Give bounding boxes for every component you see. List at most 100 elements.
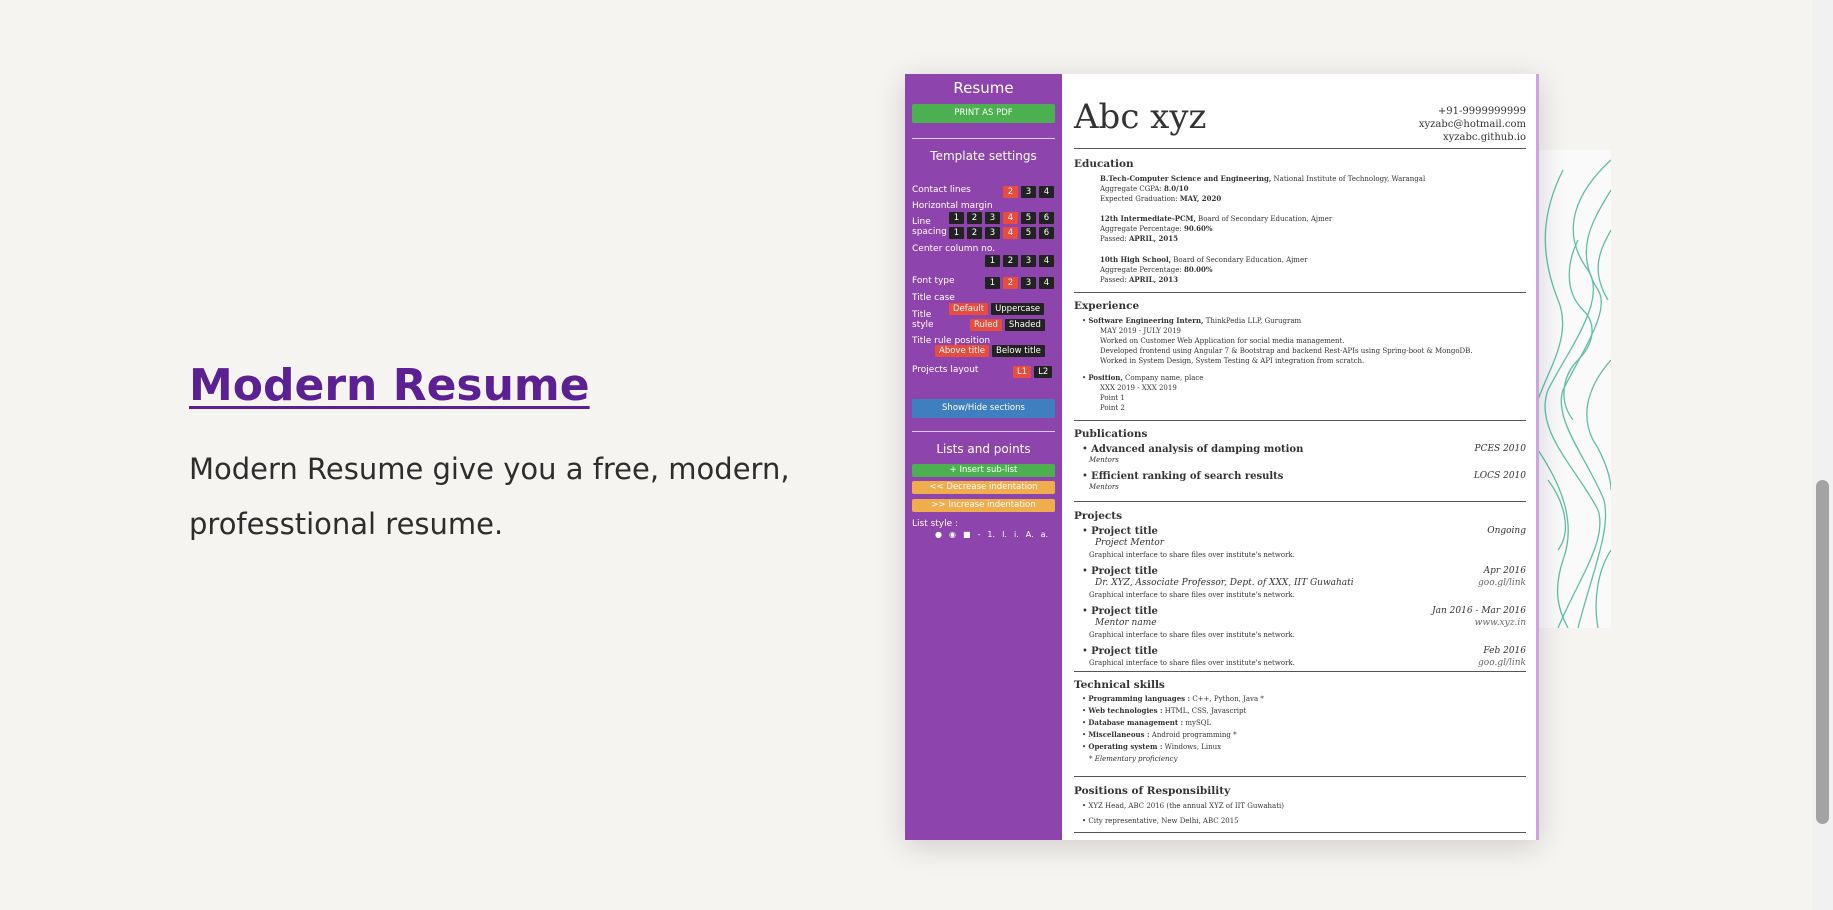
- publication-title[interactable]: Efficient ranking of search results: [1082, 471, 1283, 482]
- publication-title[interactable]: Advanced analysis of damping motion: [1082, 444, 1303, 455]
- list-style-option-lower-alpha[interactable]: a.: [1041, 530, 1048, 539]
- position-item[interactable]: City representative, New Delhi, ABC 2015: [1082, 816, 1238, 826]
- skill-item[interactable]: Operating system : Windows, Linux: [1082, 742, 1221, 752]
- resume-document[interactable]: Abc xyz +91-9999999999 xyzabc@hotmail.co…: [1062, 74, 1536, 840]
- spacing-option-4[interactable]: 4: [1003, 227, 1018, 239]
- list-style-option-upper-roman[interactable]: I.: [1002, 530, 1007, 539]
- spacing-option-6[interactable]: 6: [1039, 227, 1054, 239]
- rule-above-title[interactable]: Above title: [935, 345, 989, 357]
- project-item-title[interactable]: Project title: [1082, 646, 1158, 657]
- margin-option-5[interactable]: 5: [1021, 212, 1036, 224]
- project-title-link[interactable]: Modern Resume: [189, 360, 590, 411]
- center-column-option-3[interactable]: 3: [1021, 255, 1036, 267]
- skill-item[interactable]: Web technologies : HTML, CSS, Javascript: [1082, 706, 1246, 716]
- list-style-option-decimal[interactable]: 1.: [987, 530, 995, 539]
- experience-entry[interactable]: Software Engineering Intern, ThinkPedia …: [1082, 316, 1301, 326]
- spacing-option-5[interactable]: 5: [1021, 227, 1036, 239]
- technical-skills-title[interactable]: Technical skills: [1074, 679, 1165, 691]
- resume-preview-card[interactable]: Resume PRINT AS PDF Template settings Co…: [905, 74, 1539, 840]
- topographic-background-image: [1538, 150, 1611, 628]
- project-item-title[interactable]: Project title: [1082, 606, 1158, 617]
- education-entry[interactable]: 10th High School, Board of Secondary Edu…: [1100, 255, 1307, 285]
- font-type-option-3[interactable]: 3: [1021, 277, 1036, 289]
- title-case-uppercase[interactable]: Uppercase: [991, 303, 1045, 315]
- contact-lines-option-2[interactable]: 2: [1003, 186, 1018, 198]
- list-style-option-lower-roman[interactable]: i.: [1014, 530, 1019, 539]
- list-style-option-dash[interactable]: -: [978, 530, 981, 539]
- project-item-title[interactable]: Project title: [1082, 526, 1158, 537]
- title-style-ruled[interactable]: Ruled: [970, 319, 1002, 331]
- publication-mentors[interactable]: Mentors: [1089, 483, 1119, 491]
- font-type-option-4[interactable]: 4: [1039, 277, 1054, 289]
- center-column-option-4[interactable]: 4: [1039, 255, 1054, 267]
- center-column-option-2[interactable]: 2: [1003, 255, 1018, 267]
- project-item-desc[interactable]: Graphical interface to share files over …: [1089, 630, 1295, 640]
- skill-item[interactable]: Programming languages : C++, Python, Jav…: [1082, 694, 1264, 704]
- projects-layout-l1[interactable]: L1: [1013, 366, 1032, 378]
- publication-venue[interactable]: LOCS 2010: [1474, 471, 1526, 481]
- page-scrollbar[interactable]: [1812, 0, 1833, 910]
- project-item-desc[interactable]: Graphical interface to share files over …: [1089, 550, 1295, 560]
- project-item-desc[interactable]: Graphical interface to share files over …: [1089, 590, 1295, 600]
- contact-lines-option-3[interactable]: 3: [1021, 186, 1036, 198]
- rule-below-title[interactable]: Below title: [992, 345, 1045, 357]
- title-style-shaded[interactable]: Shaded: [1004, 319, 1045, 331]
- experience-entry[interactable]: Position, Company name, place: [1082, 373, 1203, 383]
- contact-website[interactable]: xyzabc.github.io: [1419, 131, 1526, 144]
- list-style-option-disc[interactable]: ●: [935, 530, 942, 539]
- spacing-option-2[interactable]: 2: [967, 227, 982, 239]
- project-item-desc[interactable]: Graphical interface to share files over …: [1089, 658, 1295, 668]
- font-type-option-1[interactable]: 1: [985, 277, 1000, 289]
- spacing-option-3[interactable]: 3: [985, 227, 1000, 239]
- margin-option-6[interactable]: 6: [1039, 212, 1054, 224]
- decrease-indentation-button[interactable]: << Decrease indentation: [912, 481, 1055, 494]
- education-entry[interactable]: 12th Intermediate-PCM, Board of Secondar…: [1100, 214, 1332, 244]
- title-case-default[interactable]: Default: [949, 303, 989, 315]
- show-hide-sections-button[interactable]: Show/Hide sections: [912, 399, 1055, 418]
- print-as-pdf-button[interactable]: PRINT AS PDF: [912, 104, 1055, 123]
- center-column-option-1[interactable]: 1: [985, 255, 1000, 267]
- project-item-link[interactable]: www.xyz.in: [1475, 618, 1526, 628]
- margin-option-4[interactable]: 4: [1003, 212, 1018, 224]
- list-style-option-circle[interactable]: ◉: [949, 530, 956, 539]
- position-item[interactable]: XYZ Head, ABC 2016 (the annual XYZ of II…: [1082, 801, 1284, 811]
- contact-email[interactable]: xyzabc@hotmail.com: [1419, 118, 1526, 131]
- publication-mentors[interactable]: Mentors: [1089, 456, 1119, 464]
- insert-sublist-button[interactable]: + Insert sub-list: [912, 464, 1055, 477]
- project-item-date[interactable]: Feb 2016: [1483, 646, 1526, 656]
- experience-details[interactable]: MAY 2019 - JULY 2019 Worked on Customer …: [1100, 326, 1473, 366]
- projects-title[interactable]: Projects: [1074, 510, 1122, 522]
- resume-name[interactable]: Abc xyz: [1074, 97, 1206, 137]
- skill-item[interactable]: Miscellaneous : Android programming *: [1082, 730, 1236, 740]
- project-item-date[interactable]: Apr 2016: [1484, 566, 1526, 576]
- publications-title[interactable]: Publications: [1074, 428, 1147, 440]
- project-item-mentor[interactable]: Mentor name: [1095, 618, 1157, 628]
- project-item-link[interactable]: goo.gl/link: [1478, 658, 1526, 668]
- skills-note[interactable]: * Elementary proficiency: [1089, 755, 1177, 763]
- project-item-link[interactable]: goo.gl/link: [1478, 578, 1526, 588]
- project-item-date[interactable]: Jan 2016 - Mar 2016: [1432, 606, 1526, 616]
- experience-title[interactable]: Experience: [1074, 300, 1139, 312]
- list-style-option-upper-alpha[interactable]: A.: [1026, 530, 1034, 539]
- project-item-date[interactable]: Ongoing: [1487, 526, 1526, 536]
- page-scrollbar-thumb[interactable]: [1816, 480, 1829, 824]
- project-item-title[interactable]: Project title: [1082, 566, 1158, 577]
- project-item-mentor[interactable]: Dr. XYZ, Associate Professor, Dept. of X…: [1095, 578, 1354, 588]
- increase-indentation-button[interactable]: >> Increase indentation: [912, 499, 1055, 512]
- margin-option-2[interactable]: 2: [967, 212, 982, 224]
- margin-option-3[interactable]: 3: [985, 212, 1000, 224]
- publication-venue[interactable]: PCES 2010: [1475, 444, 1526, 454]
- experience-details[interactable]: XXX 2019 - XXX 2019 Point 1 Point 2: [1100, 383, 1177, 413]
- contact-lines-option-4[interactable]: 4: [1039, 186, 1054, 198]
- education-entry[interactable]: B.Tech-Computer Science and Engineering,…: [1100, 174, 1425, 204]
- list-style-option-square[interactable]: ■: [963, 530, 971, 539]
- contact-phone[interactable]: +91-9999999999: [1419, 105, 1526, 118]
- spacing-option-1[interactable]: 1: [949, 227, 964, 239]
- font-type-option-2[interactable]: 2: [1003, 277, 1018, 289]
- projects-layout-l2[interactable]: L2: [1034, 366, 1053, 378]
- education-title[interactable]: Education: [1074, 158, 1134, 170]
- skill-item[interactable]: Database management : mySQL: [1082, 718, 1211, 728]
- project-item-mentor[interactable]: Project Mentor: [1095, 538, 1164, 548]
- positions-title[interactable]: Positions of Responsibility: [1074, 785, 1230, 797]
- margin-option-1[interactable]: 1: [949, 212, 964, 224]
